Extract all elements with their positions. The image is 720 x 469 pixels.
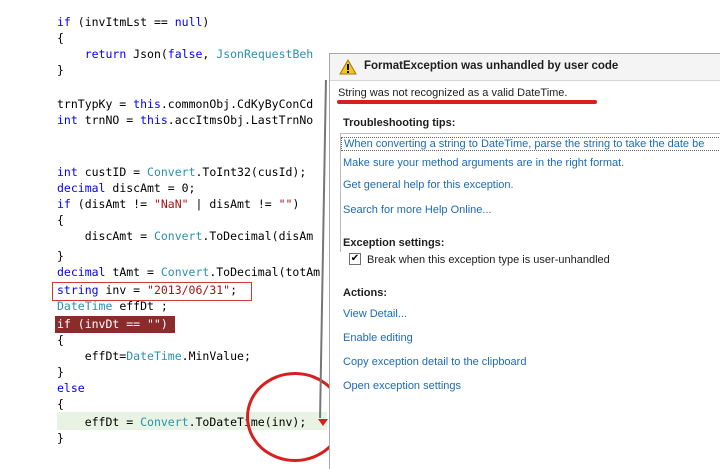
warning-triangle-icon — [339, 59, 357, 75]
code-line: string inv = "2013/06/31"; — [57, 283, 238, 297]
code-line: return Json(false, JsonRequestBeh — [84, 47, 314, 61]
code-line: } — [57, 63, 64, 77]
code-line: DateTime effDt ; — [57, 299, 168, 313]
tip-link[interactable]: Get general help for this exception. — [343, 179, 514, 191]
open-exception-settings-link[interactable]: Open exception settings — [343, 380, 461, 392]
code-line: if (invItmLst == null) — [57, 15, 210, 29]
view-detail-link[interactable]: View Detail... — [343, 308, 407, 320]
code-line: { — [57, 31, 64, 45]
code-line: } — [57, 249, 64, 263]
code-line: decimal tAmt = Convert.ToDecimal(totAm — [57, 265, 321, 279]
actions-heading: Actions: — [343, 287, 387, 299]
break-on-exception-checkbox[interactable]: ✔ — [349, 253, 361, 265]
exception-assistant-popup: FormatException was unhandled by user co… — [329, 53, 720, 469]
code-line: } — [57, 431, 64, 445]
break-on-exception-label[interactable]: Break when this exception type is user-u… — [367, 254, 610, 266]
code-line: } — [57, 365, 64, 379]
exception-message: String was not recognized as a valid Dat… — [338, 87, 568, 99]
code-line: { — [57, 397, 64, 411]
code-line: else — [57, 381, 85, 395]
code-line: { — [57, 333, 64, 347]
copy-exception-detail-link[interactable]: Copy exception detail to the clipboard — [343, 356, 526, 368]
code-line: effDt=DateTime.MinValue; — [57, 349, 251, 363]
code-line: if (invDt == "") — [57, 317, 168, 331]
tip-link[interactable]: Make sure your method arguments are in t… — [343, 157, 624, 169]
annotation-red-underline — [337, 100, 597, 104]
code-line: int custID = Convert.ToInt32(cusId); — [57, 165, 307, 179]
enable-editing-link[interactable]: Enable editing — [343, 332, 413, 344]
tip-link[interactable]: When converting a string to DateTime, pa… — [341, 137, 720, 151]
search-help-online-link[interactable]: Search for more Help Online... — [343, 204, 492, 216]
code-line: if (disAmt != "NaN" | disAmt != "") — [57, 197, 300, 211]
code-line: decimal discAmt = 0; — [57, 181, 196, 195]
code-line: int trnNO = this.accItmsObj.LastTrnNo — [57, 113, 314, 127]
code-line: { — [57, 213, 64, 227]
popup-title: FormatException was unhandled by user co… — [364, 60, 619, 72]
code-line: trnTypKy = this.commonObj.CdKyByConCd — [57, 97, 314, 111]
troubleshooting-heading: Troubleshooting tips: — [343, 117, 456, 129]
callout-connector — [319, 80, 327, 418]
code-line: discAmt = Convert.ToDecimal(disAm — [57, 229, 314, 243]
popup-header: FormatException was unhandled by user co… — [330, 54, 720, 81]
exception-settings-heading: Exception settings: — [343, 237, 445, 249]
